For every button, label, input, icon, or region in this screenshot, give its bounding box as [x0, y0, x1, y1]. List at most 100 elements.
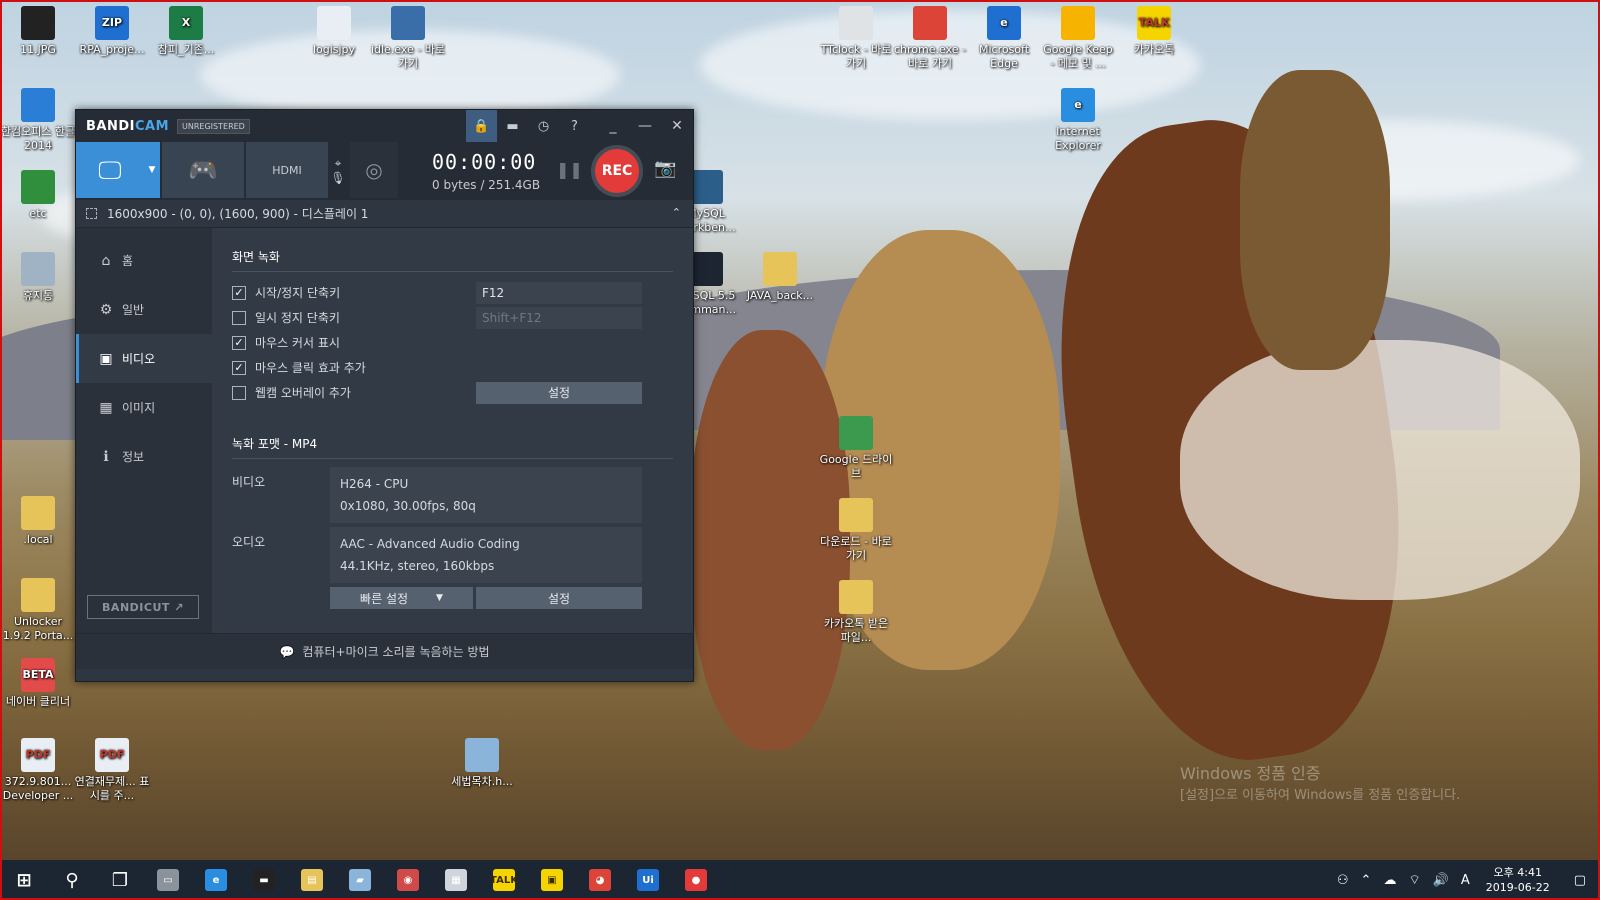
taskbar-chrome[interactable]: ◕	[576, 860, 624, 900]
desktop-icon[interactable]: chrome.exe - 바로 가기	[892, 6, 968, 71]
webcam-icon[interactable]: ◎	[350, 142, 398, 198]
taskbar-cmd[interactable]: ▬	[240, 860, 288, 900]
checkbox[interactable]: ✓	[232, 335, 246, 350]
option-pause-hotkey[interactable]: 일시 정지 단축키 Shift+F12	[232, 305, 673, 330]
help-link-text[interactable]: 컴퓨터+마이크 소리를 녹음하는 방법	[302, 643, 489, 660]
clock[interactable]: 오후 4:41 2019-06-22	[1476, 865, 1560, 895]
desktop-icon[interactable]: 11.JPG	[0, 6, 76, 57]
help-link-bar[interactable]: 💬 컴퓨터+마이크 소리를 녹음하는 방법	[76, 633, 693, 669]
audio-format-value[interactable]: AAC - Advanced Audio Coding 44.1KHz, ste…	[330, 527, 642, 583]
bandicut-button[interactable]: BANDICUT ↗	[87, 595, 199, 619]
taskbar-paint[interactable]: ◉	[384, 860, 432, 900]
search-button[interactable]: ⚲	[48, 860, 96, 900]
taskbar-uipath[interactable]: Ui	[624, 860, 672, 900]
checkbox[interactable]: ✓	[232, 360, 246, 375]
desktop-icon[interactable]: 카카오톡 받은 파일...	[818, 580, 894, 645]
ime-icon[interactable]: A	[1455, 873, 1476, 888]
quick-settings-button[interactable]: 빠른 설정 ▼	[330, 587, 473, 609]
screenshot-camera-icon[interactable]: 📷	[654, 158, 676, 179]
bandicam-titlebar[interactable]: BANDICAM UNREGISTERED 🔒 ▬ ◷ ? _ — ✕	[76, 110, 693, 142]
desktop-icon-label: 372.9.801... Developer ...	[2, 775, 74, 802]
chevron-up-icon[interactable]: ⌃	[672, 206, 681, 219]
clock-icon[interactable]: ◷	[528, 110, 559, 142]
desktop-icon[interactable]: Google Keep - 메모 및 ...	[1040, 6, 1116, 71]
taskbar-calculator-icon: ▦	[445, 869, 467, 891]
close-button[interactable]: ✕	[661, 110, 693, 142]
video-format-value[interactable]: H264 - CPU 0x1080, 30.00fps, 80q	[330, 467, 642, 523]
network-icon[interactable]: ⌔	[1402, 872, 1426, 888]
desktop-icon[interactable]: TALK 카카오톡	[1116, 6, 1192, 57]
desktop-icon[interactable]: ZIP RPA_proje...	[74, 6, 150, 57]
folder-icon[interactable]: ▬	[497, 110, 528, 142]
checkbox[interactable]: ✓	[232, 285, 246, 300]
sidebar-item-video[interactable]: ▣ 비디오	[76, 334, 212, 383]
desktop-icon[interactable]: 다운로드 - 바로 가기	[818, 498, 894, 563]
option-start-stop-hotkey[interactable]: ✓ 시작/정지 단축키 F12	[232, 280, 673, 305]
pause-icon[interactable]: ❚❚	[556, 160, 583, 179]
sidebar-item-image[interactable]: ▦ 이미지	[76, 383, 212, 432]
rec-button[interactable]: REC	[591, 145, 643, 197]
taskbar-edge[interactable]: e	[192, 860, 240, 900]
start-button[interactable]: ⊞	[0, 860, 48, 900]
lock-icon[interactable]: 🔒	[466, 110, 497, 142]
checkbox[interactable]	[232, 385, 246, 400]
sidebar-item-home[interactable]: ⌂ 홈	[76, 236, 212, 285]
taskbar-calculator[interactable]: ▦	[432, 860, 480, 900]
webcam-settings-button[interactable]: 설정	[476, 381, 642, 404]
desktop-icon-label: idle.exe - 바로 가기	[370, 43, 446, 70]
desktop-icon[interactable]: Google 드라이브	[818, 416, 894, 481]
taskbar-app-1[interactable]: ▭	[144, 860, 192, 900]
desktop-icon-label: .local	[23, 533, 53, 546]
desktop-icon[interactable]: etc	[0, 170, 76, 221]
info-icon: ℹ	[103, 448, 109, 465]
desktop-icon[interactable]: e Internet Explorer	[1040, 88, 1116, 153]
game-mode-button[interactable]: 🎮	[162, 142, 244, 198]
desktop-icon[interactable]: Unlocker 1.9.2 Porta...	[0, 578, 76, 643]
desktop-icon[interactable]: logisjpy	[296, 6, 372, 57]
taskbar-sticky-notes[interactable]: ▣	[528, 860, 576, 900]
volume-icon[interactable]: 🔊	[1427, 873, 1455, 888]
folder-icon	[839, 580, 873, 614]
capture-area-bar[interactable]: 1600x900 - (0, 0), (1600, 900) - 디스플레이 1…	[76, 200, 693, 228]
screen-mode-button[interactable]: 🖵	[76, 142, 144, 198]
desktop-icon[interactable]: 세법목차.h...	[444, 738, 520, 789]
option-show-cursor[interactable]: ✓ 마우스 커서 표시	[232, 330, 673, 355]
desktop-icon[interactable]: BETA 네이버 클리너	[0, 658, 76, 709]
screen-mode-dropdown[interactable]: ▼	[144, 142, 160, 198]
notification-icon[interactable]: ▢	[1560, 873, 1600, 888]
taskbar-cmd-icon: ▬	[253, 869, 275, 891]
chevron-up-icon[interactable]: ⌃	[1355, 873, 1378, 888]
people-icon[interactable]: ⚇	[1331, 873, 1355, 888]
task-view-button[interactable]: ❐	[96, 860, 144, 900]
desktop-icon[interactable]: e Microsoft Edge	[966, 6, 1042, 71]
desktop-icon[interactable]: PDF 연결재무제... 표시를 주...	[74, 738, 150, 803]
pause-hotkey-field[interactable]: Shift+F12	[476, 306, 642, 329]
help-icon[interactable]: ?	[559, 110, 590, 142]
desktop-icon[interactable]: 휴지통	[0, 252, 76, 303]
checkbox[interactable]	[232, 310, 246, 325]
mouse-icon[interactable]: ⌖	[326, 156, 350, 171]
minimize-to-tray-button[interactable]: _	[597, 110, 629, 142]
desktop-icon[interactable]: X 참피_기존...	[148, 6, 224, 57]
desktop-icon[interactable]: .local	[0, 496, 76, 547]
taskbar: ⊞ ⚲ ❐ ▭ e ▬ ▤ ▰ ◉ ▦ TALK ▣ ◕ Ui ● ⚇ ⌃ ☁ ⌔ 🔊 A 오후 4:41 …	[0, 860, 1600, 900]
option-click-effect[interactable]: ✓ 마우스 클릭 효과 추가	[232, 355, 673, 380]
taskbar-bandicam[interactable]: ●	[672, 860, 720, 900]
minimize-button[interactable]: —	[629, 110, 661, 142]
option-webcam-overlay[interactable]: 웹캠 오버레이 추가 설정	[232, 380, 673, 405]
onedrive-icon[interactable]: ☁	[1377, 873, 1402, 888]
taskbar-app-2[interactable]: ▰	[336, 860, 384, 900]
taskbar-kakaotalk[interactable]: TALK	[480, 860, 528, 900]
start-stop-hotkey-field[interactable]: F12	[476, 281, 642, 304]
desktop-icon[interactable]: PDF 372.9.801... Developer ...	[0, 738, 76, 803]
device-mode-button[interactable]: HDMI	[246, 142, 328, 198]
format-settings-button[interactable]: 설정	[476, 587, 642, 609]
desktop-icon[interactable]: 한컴오피스 한글 2014	[0, 88, 76, 153]
sidebar-item-info[interactable]: ℹ 정보	[76, 432, 212, 481]
microphone-icon[interactable]: 🎙	[326, 171, 350, 185]
desktop-icon[interactable]: TTclock - 바로 가기	[818, 6, 894, 71]
desktop-icon[interactable]: JAVA_back...	[742, 252, 818, 303]
desktop-icon[interactable]: idle.exe - 바로 가기	[370, 6, 446, 71]
sidebar-item-general[interactable]: ⚙ 일반	[76, 285, 212, 334]
taskbar-explorer[interactable]: ▤	[288, 860, 336, 900]
